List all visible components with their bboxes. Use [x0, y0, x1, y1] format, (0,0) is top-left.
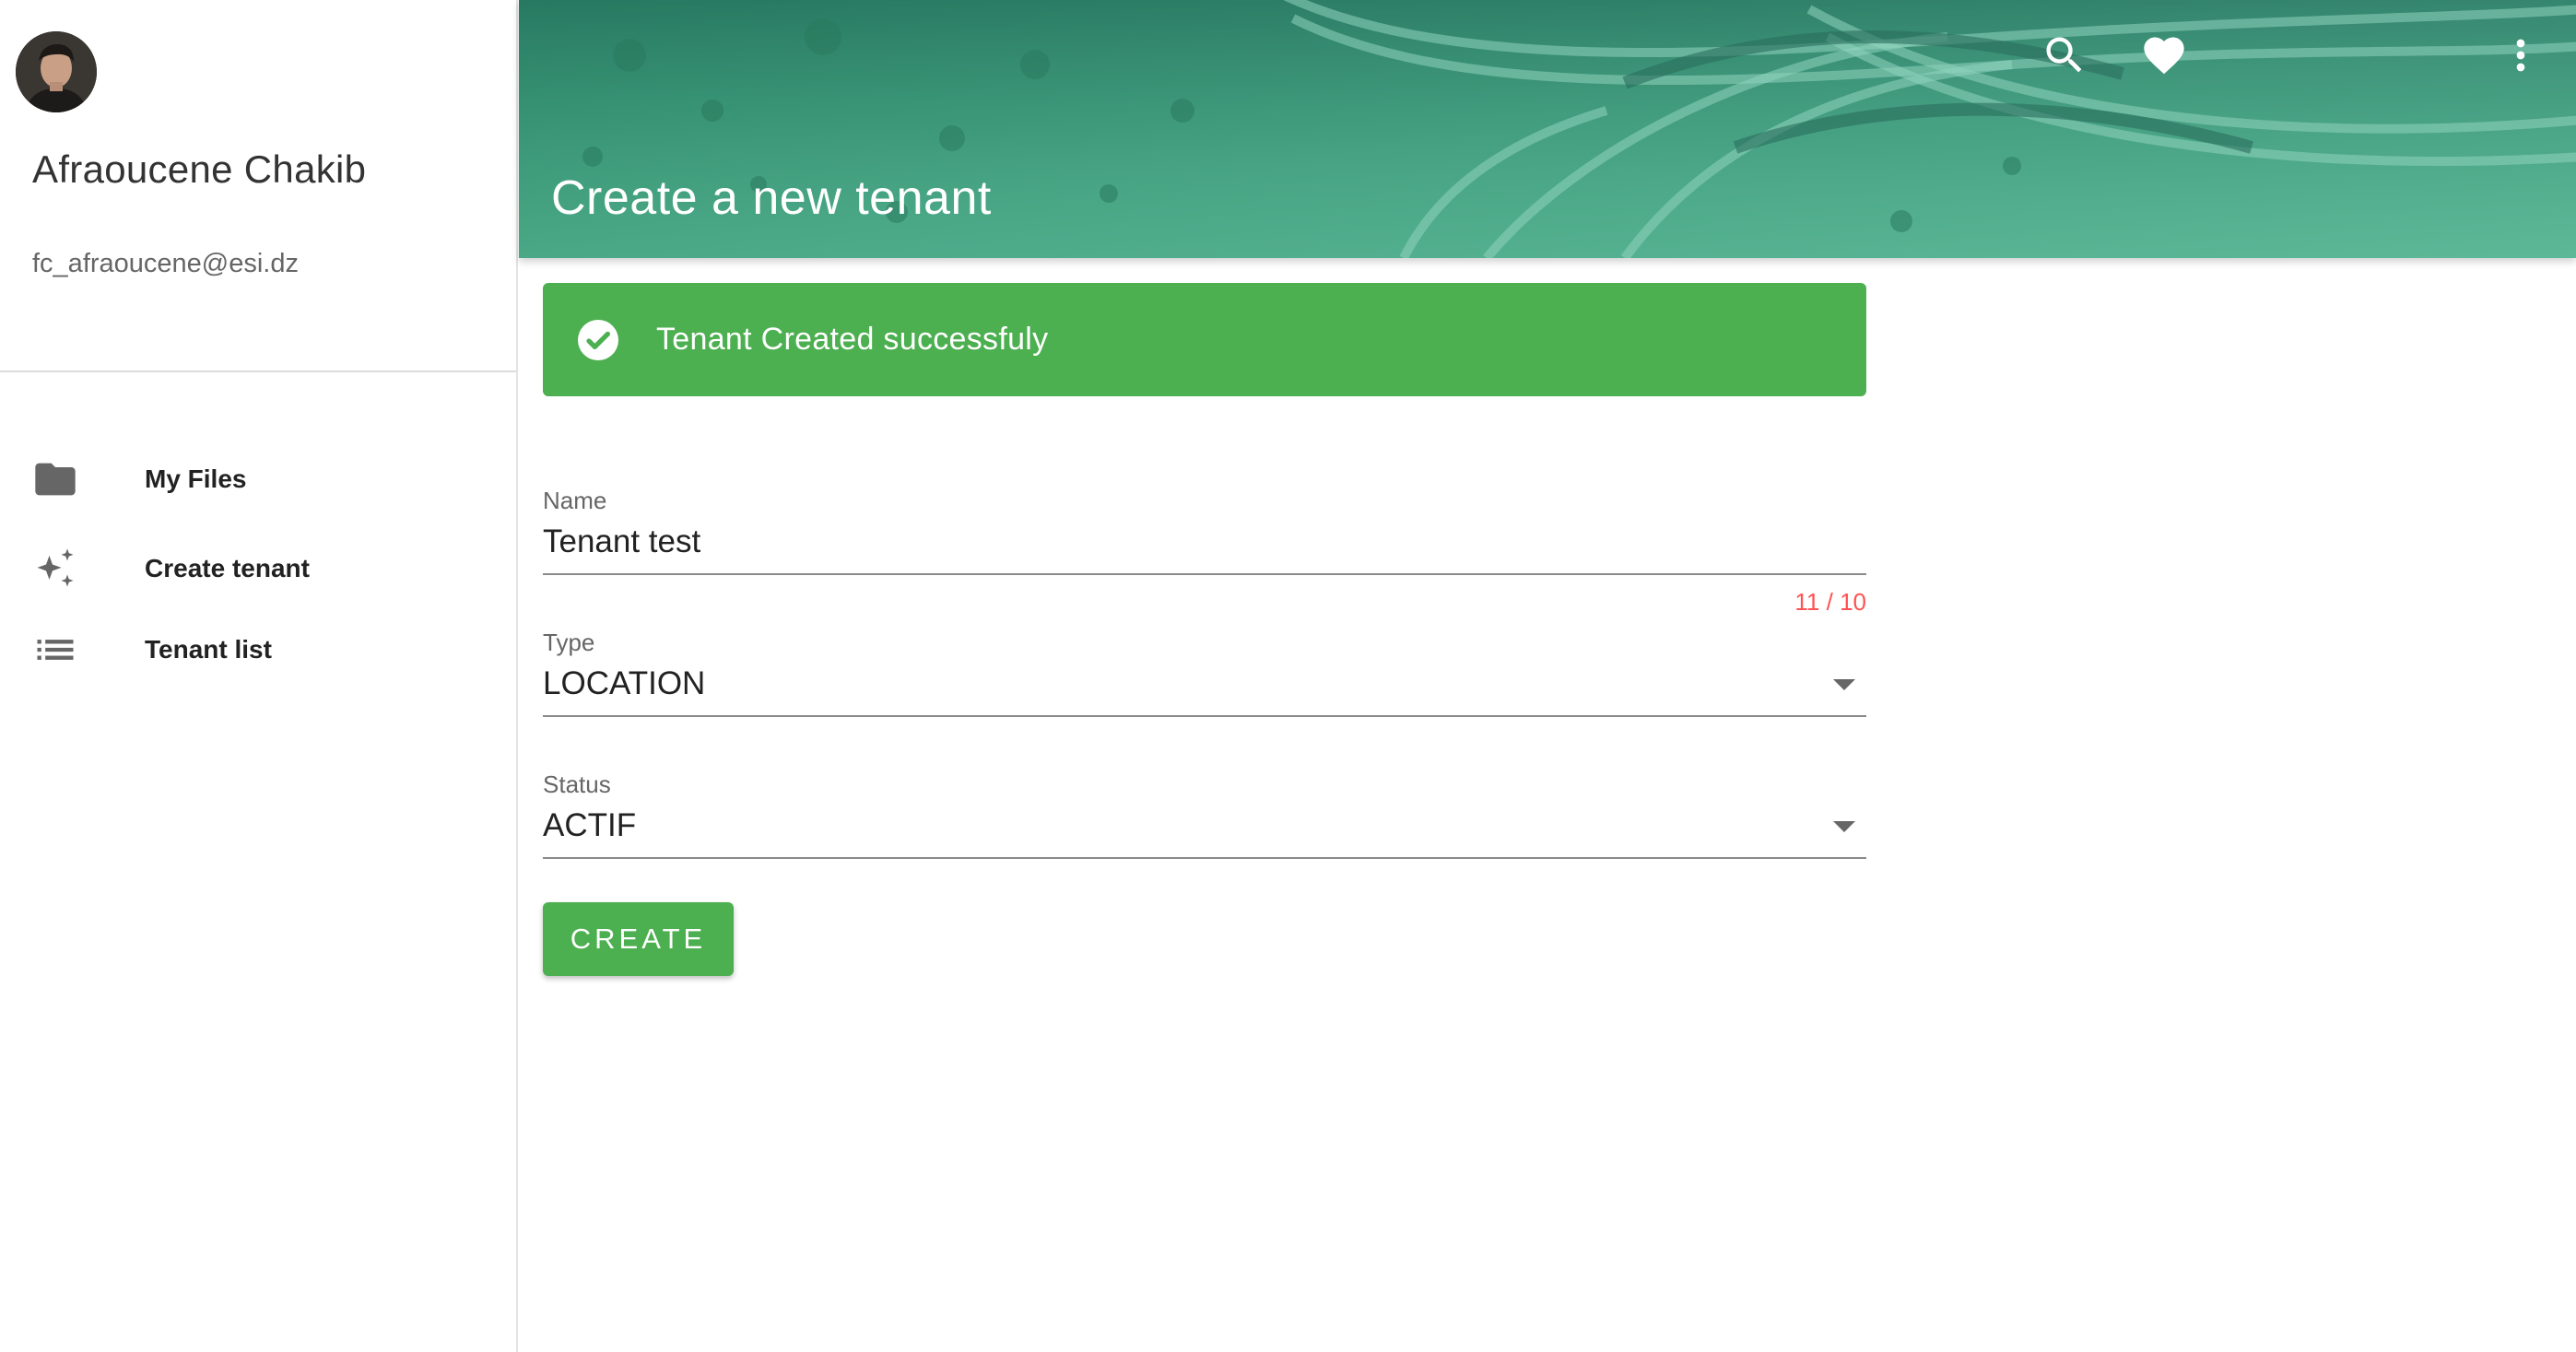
favorite-button[interactable]: [2135, 26, 2194, 85]
page-title: Create a new tenant: [551, 171, 992, 225]
name-field: Name 11 / 10: [543, 487, 1866, 617]
list-icon: [31, 626, 79, 674]
sidebar-item-label: My Files: [145, 464, 247, 493]
sidebar-item-my-files[interactable]: My Files: [0, 439, 516, 520]
search-button[interactable]: [2035, 26, 2094, 85]
type-selected-value: LOCATION: [543, 665, 706, 701]
sidebar-item-label: Tenant list: [145, 635, 272, 664]
check-circle-icon: [576, 318, 620, 362]
status-selected-value: ACTIF: [543, 807, 637, 843]
heart-icon: [2144, 37, 2184, 75]
more-options-button[interactable]: [2491, 26, 2550, 85]
sidebar-divider: [0, 370, 516, 372]
status-underline: [543, 857, 1866, 859]
alert-message: Tenant Created successfuly: [656, 322, 1049, 357]
chevron-down-icon: [1833, 679, 1855, 690]
status-select[interactable]: Status ACTIF: [543, 770, 1866, 859]
name-char-counter: 11 / 10: [1794, 588, 1866, 616]
folder-icon: [31, 455, 79, 503]
sidebar-item-label: Create tenant: [145, 554, 310, 582]
type-underline: [543, 715, 1866, 717]
chevron-down-icon: [1833, 821, 1855, 832]
user-name: Afraoucene Chakib: [32, 147, 367, 191]
success-alert: Tenant Created successfuly: [543, 283, 1866, 396]
user-email: fc_afraoucene@esi.dz: [32, 249, 299, 278]
sparkles-icon: [31, 545, 79, 593]
name-input[interactable]: [543, 523, 1815, 560]
avatar[interactable]: [16, 31, 97, 112]
name-underline: [543, 573, 1866, 575]
sidebar-item-tenant-list[interactable]: Tenant list: [0, 609, 516, 690]
name-label: Name: [543, 487, 607, 514]
search-icon: [2046, 37, 2082, 73]
app-bar: Create a new tenant: [519, 0, 2576, 258]
type-label: Type: [543, 629, 595, 656]
more-vert-icon: [2516, 39, 2525, 72]
type-select[interactable]: Type LOCATION: [543, 629, 1866, 717]
create-button[interactable]: CREATE: [543, 902, 734, 976]
avatar-photo: [16, 31, 97, 112]
navigation-drawer: Afraoucene Chakib fc_afraoucene@esi.dz M…: [0, 0, 518, 1352]
status-label: Status: [543, 770, 611, 798]
sidebar-item-create-tenant[interactable]: Create tenant: [0, 528, 516, 609]
